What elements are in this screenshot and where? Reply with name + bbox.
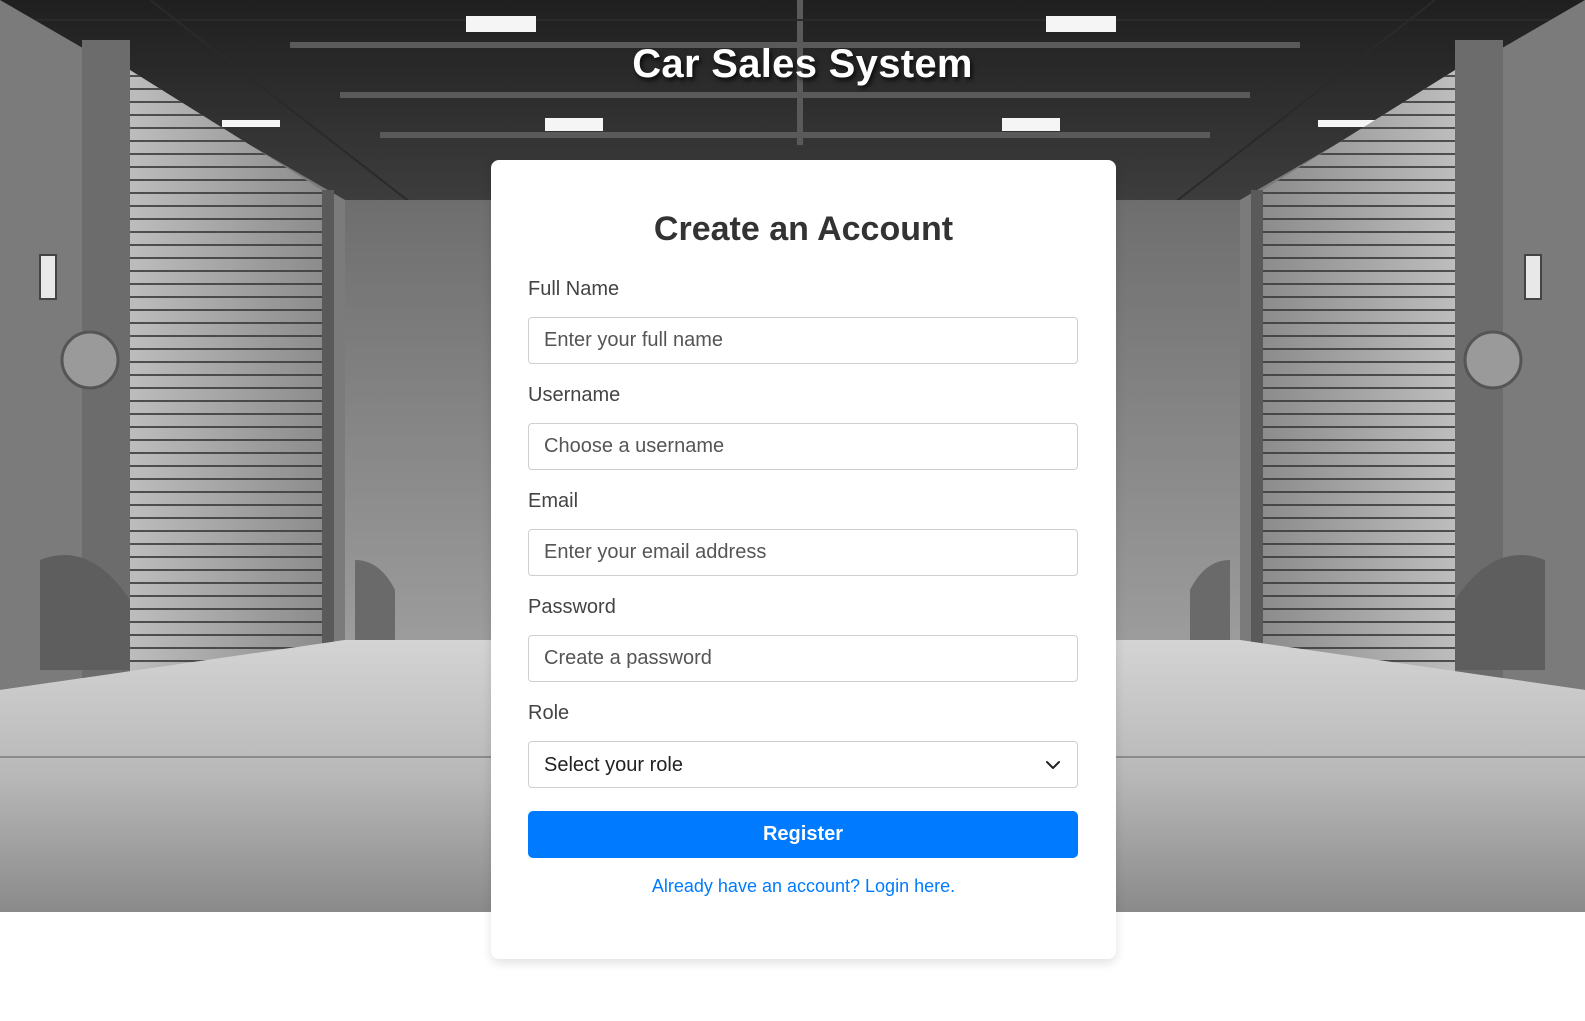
full-name-input[interactable] <box>528 317 1078 364</box>
form-title: Create an Account <box>653 210 954 248</box>
email-label: Email <box>528 490 579 512</box>
site-title: Car Sales System <box>632 42 973 86</box>
password-label: Password <box>528 596 616 618</box>
register-button[interactable]: Register <box>528 811 1078 858</box>
register-page: Car Sales System Create an Account Full … <box>0 0 1585 1021</box>
username-label: Username <box>528 384 621 406</box>
chevron-down-icon <box>1046 761 1060 769</box>
username-input[interactable] <box>528 423 1078 470</box>
register-card: Create an Account Full Name Username Ema… <box>491 160 1116 959</box>
email-input[interactable] <box>528 529 1078 576</box>
role-select-value: Select your role <box>544 754 683 776</box>
role-label: Role <box>528 702 570 724</box>
login-link[interactable]: Already have an account? Login here. <box>491 876 1116 897</box>
password-input[interactable] <box>528 635 1078 682</box>
role-select[interactable]: Select your role <box>528 741 1078 788</box>
full-name-label: Full Name <box>528 278 620 300</box>
